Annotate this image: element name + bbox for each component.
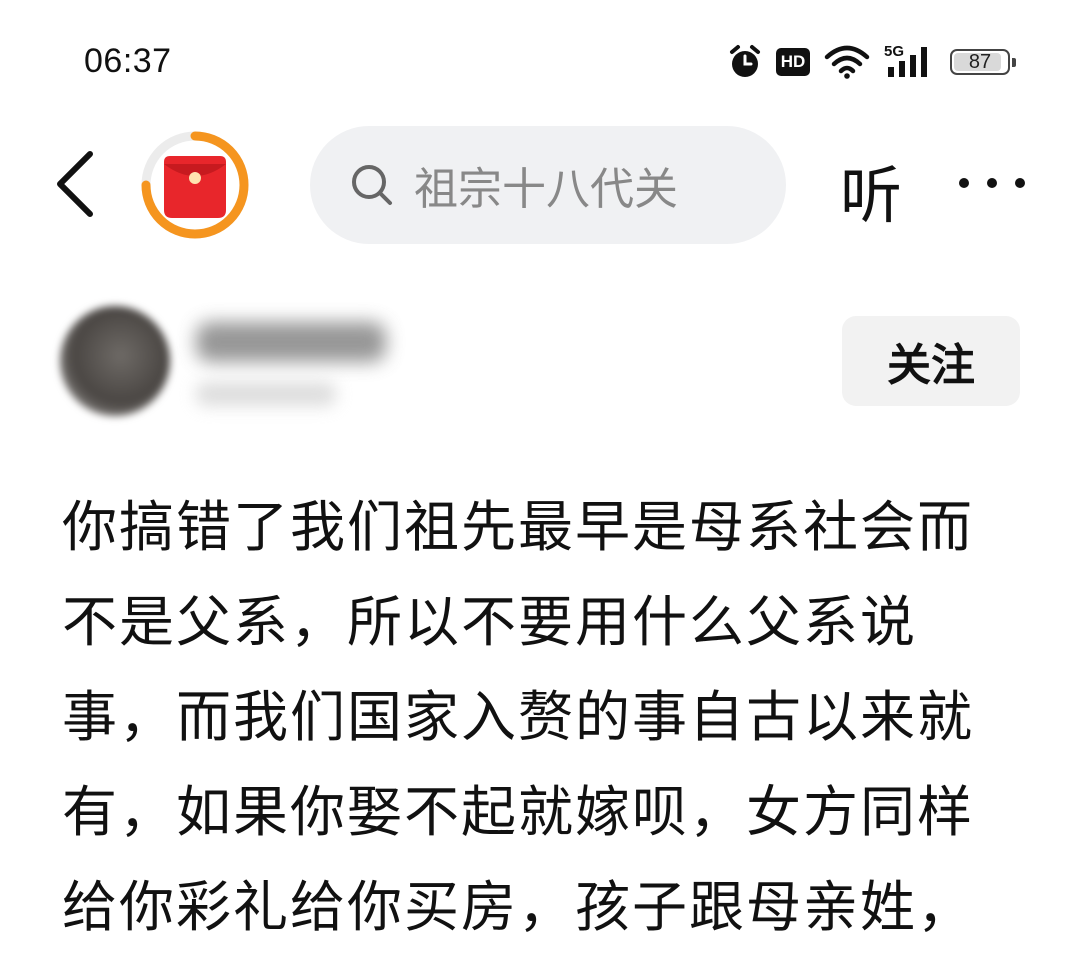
post-line: 事，而我们国家入赘的事自古以来就 [62,685,975,749]
post-line: 有，如果你娶不起就嫁呗，女方同样 [62,780,975,844]
signal-5g-icon: 5G [884,43,936,79]
post-line: 你搞错了我们祖先最早是母系社会而 [62,495,975,559]
username-blurred[interactable] [196,322,386,362]
hd-icon: HD [776,48,810,76]
search-icon [352,165,392,205]
alarm-icon [730,45,760,77]
avatar[interactable] [60,306,170,416]
listen-button[interactable]: 听 [840,145,902,235]
battery-icon: 87 [950,49,1016,75]
back-button[interactable] [46,148,106,220]
status-bar: 06:37 HD 5G 87 [0,0,1080,120]
more-dots-icon[interactable] [954,160,1030,206]
battery-level: 87 [968,50,992,73]
post-line: 给你彩礼给你买房，孩子跟母亲姓， [62,875,975,939]
status-time: 06:37 [84,42,172,80]
search-bar[interactable]: 祖宗十八代关 [310,126,786,244]
follow-button[interactable]: 关注 [842,316,1020,406]
red-packet-icon[interactable] [140,130,250,240]
search-placeholder: 祖宗十八代关 [414,164,678,215]
wifi-icon [824,45,870,79]
status-icons: HD 5G 87 [714,40,1016,84]
post-content: 你搞错了我们祖先最早是母系社会而 不是父系，所以不要用什么父系说 事，而我们国家… [62,480,1032,955]
user-subline-blurred [196,382,336,406]
post-line: 不是父系，所以不要用什么父系说 [62,590,918,654]
